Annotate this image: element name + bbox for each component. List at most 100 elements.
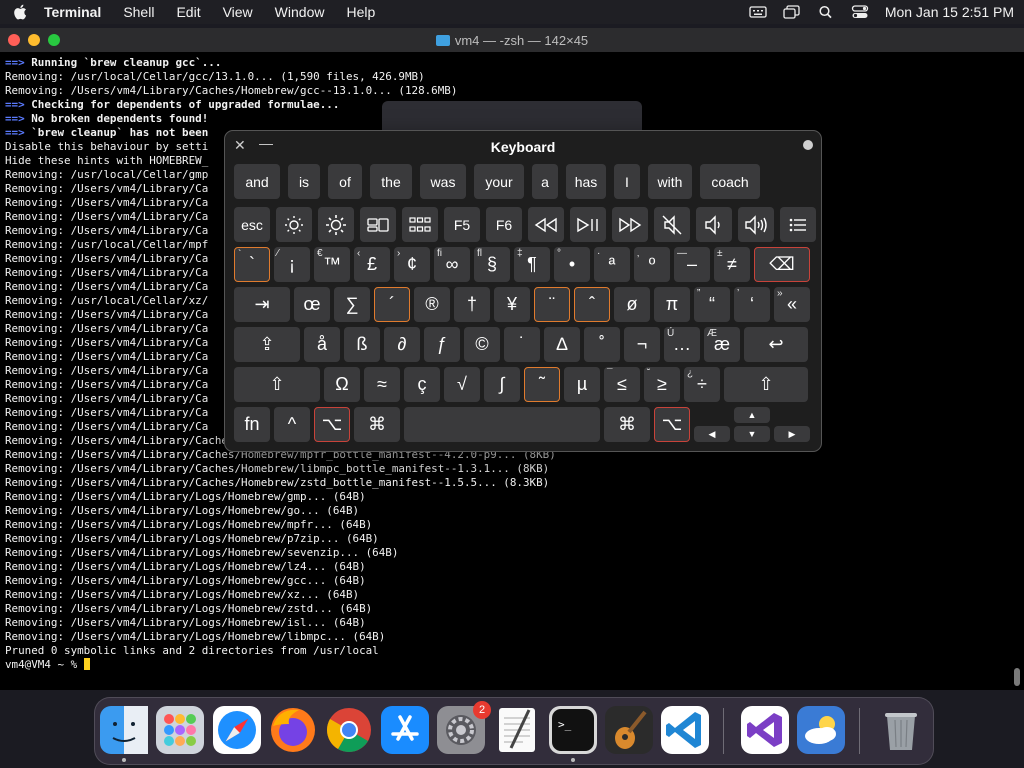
dock-trash-icon[interactable] bbox=[877, 706, 925, 754]
key-row2-7[interactable]: ˆ bbox=[574, 287, 610, 322]
suggestion-i[interactable]: I bbox=[614, 164, 640, 199]
caps-lock-key[interactable]: ⇪ bbox=[234, 327, 300, 362]
menubar-clock[interactable]: Mon Jan 15 2:51 PM bbox=[885, 4, 1014, 20]
suggestion-is[interactable]: is bbox=[288, 164, 320, 199]
suggestion-of[interactable]: of bbox=[328, 164, 362, 199]
dock-firefox-icon[interactable] bbox=[269, 706, 317, 754]
fn-key-volume-up[interactable] bbox=[738, 207, 774, 242]
arrow-up-key[interactable]: ▲ bbox=[734, 407, 770, 423]
key-row1-11[interactable]: — – bbox=[674, 247, 710, 282]
key-row2-1[interactable]: ∑ bbox=[334, 287, 370, 322]
key-row4-0[interactable]: Ω bbox=[324, 367, 360, 402]
key-row1-12[interactable]: ± ≠ bbox=[714, 247, 750, 282]
key-row3-1[interactable]: ß bbox=[344, 327, 380, 362]
terminal-scroll-thumb[interactable] bbox=[1014, 668, 1020, 686]
spotlight-search-icon[interactable] bbox=[817, 5, 835, 19]
key-row3-9[interactable]: Ú… bbox=[664, 327, 700, 362]
key-row2-4[interactable]: † bbox=[454, 287, 490, 322]
key-row1-8[interactable]: ° • bbox=[554, 247, 590, 282]
right-option-key[interactable]: ⌥ bbox=[654, 407, 690, 442]
key-row4-2[interactable]: ç bbox=[404, 367, 440, 402]
keyboard-viewer-icon[interactable] bbox=[749, 5, 767, 19]
key-row2-6[interactable]: ¨ bbox=[534, 287, 570, 322]
arrow-right-key[interactable]: ▶ bbox=[774, 426, 810, 442]
key-row4-7[interactable]: ¯ ≤ bbox=[604, 367, 640, 402]
key-row2-5[interactable]: ¥ bbox=[494, 287, 530, 322]
dock-garageband-icon[interactable] bbox=[605, 706, 653, 754]
key-row3-6[interactable]: ∆ bbox=[544, 327, 580, 362]
fn-key-f5[interactable]: F5 bbox=[444, 207, 480, 242]
key-row3-10[interactable]: Ææ bbox=[704, 327, 740, 362]
key-row4-8[interactable]: ˘ ≥ bbox=[644, 367, 680, 402]
menu-help[interactable]: Help bbox=[346, 4, 375, 20]
key-row1-10[interactable]: ‚ º bbox=[634, 247, 670, 282]
control-center-icon[interactable] bbox=[851, 5, 869, 19]
key-row4-6[interactable]: µ bbox=[564, 367, 600, 402]
dock-vscode-icon[interactable] bbox=[661, 706, 709, 754]
suggestion-with[interactable]: with bbox=[648, 164, 692, 199]
dock-app-store-icon[interactable] bbox=[381, 706, 429, 754]
dock-chrome-icon[interactable] bbox=[325, 706, 373, 754]
terminal-prompt-line[interactable]: vm4@VM4 ~ % bbox=[5, 658, 1005, 672]
fn-key-play-pause[interactable] bbox=[570, 207, 606, 242]
fn-key-volume-down[interactable] bbox=[696, 207, 732, 242]
screen-mirroring-icon[interactable] bbox=[783, 5, 801, 19]
key-row2-3[interactable]: ® bbox=[414, 287, 450, 322]
suggestion-your[interactable]: your bbox=[474, 164, 524, 199]
delete-key[interactable]: ⌫ bbox=[754, 247, 810, 282]
key-row2-9[interactable]: π bbox=[654, 287, 690, 322]
key-row4-3[interactable]: √ bbox=[444, 367, 480, 402]
key-row1-3[interactable]: ‹ £ bbox=[354, 247, 390, 282]
terminal-scrollbar[interactable] bbox=[1014, 58, 1021, 686]
apple-icon[interactable] bbox=[12, 3, 30, 21]
key-row1-0[interactable]: ` ` bbox=[234, 247, 270, 282]
right-shift-key[interactable]: ⇧ bbox=[724, 367, 808, 402]
fn-modifier-key[interactable]: fn bbox=[234, 407, 270, 442]
suggestion-a[interactable]: a bbox=[532, 164, 558, 199]
suggestion-coach[interactable]: coach bbox=[700, 164, 760, 199]
left-option-key[interactable]: ⌥ bbox=[314, 407, 350, 442]
key-row1-2[interactable]: € ™ bbox=[314, 247, 350, 282]
control-key[interactable]: ^ bbox=[274, 407, 310, 442]
fn-key-brightness-up[interactable] bbox=[318, 207, 354, 242]
key-row1-9[interactable]: · ª bbox=[594, 247, 630, 282]
fn-key-rewind[interactable] bbox=[528, 207, 564, 242]
fn-key-esc[interactable]: esc bbox=[234, 207, 270, 242]
left-shift-key[interactable]: ⇧ bbox=[234, 367, 320, 402]
menu-app-terminal[interactable]: Terminal bbox=[44, 4, 101, 20]
suggestion-was[interactable]: was bbox=[420, 164, 466, 199]
arrow-left-key[interactable]: ◀ bbox=[694, 426, 730, 442]
dock-terminal-icon[interactable]: >_ bbox=[549, 706, 597, 754]
dock-visual-studio-icon[interactable] bbox=[741, 706, 789, 754]
key-row3-7[interactable]: ˚ bbox=[584, 327, 620, 362]
key-row1-6[interactable]: ﬂ § bbox=[474, 247, 510, 282]
menu-view[interactable]: View bbox=[223, 4, 253, 20]
suggestion-the[interactable]: the bbox=[370, 164, 412, 199]
return-key[interactable]: ↩ bbox=[744, 327, 808, 362]
key-row2-0[interactable]: œ bbox=[294, 287, 330, 322]
left-command-key[interactable]: ⌘ bbox=[354, 407, 400, 442]
key-row1-5[interactable]: ﬁ ∞ bbox=[434, 247, 470, 282]
dock-finder-icon[interactable] bbox=[100, 706, 148, 754]
dock-weather-icon[interactable] bbox=[797, 706, 845, 754]
keyboard-options-icon[interactable] bbox=[803, 140, 813, 150]
menu-edit[interactable]: Edit bbox=[176, 4, 200, 20]
menu-window[interactable]: Window bbox=[275, 4, 325, 20]
key-row4-9[interactable]: ¿ ÷ bbox=[684, 367, 720, 402]
key-row2-10[interactable]: ” “ bbox=[694, 287, 730, 322]
fn-key-mute[interactable] bbox=[654, 207, 690, 242]
menu-shell[interactable]: Shell bbox=[123, 4, 154, 20]
fn-key-mission-control[interactable] bbox=[360, 207, 396, 242]
suggestion-and[interactable]: and bbox=[234, 164, 280, 199]
fn-key-f6[interactable]: F6 bbox=[486, 207, 522, 242]
key-row4-4[interactable]: ∫ bbox=[484, 367, 520, 402]
key-row3-8[interactable]: ¬ bbox=[624, 327, 660, 362]
right-command-key[interactable]: ⌘ bbox=[604, 407, 650, 442]
space-bar[interactable] bbox=[404, 407, 600, 442]
dock-system-settings-icon[interactable]: 2 bbox=[437, 701, 491, 754]
fn-key-launchpad[interactable] bbox=[402, 207, 438, 242]
key-row4-1[interactable]: ≈ bbox=[364, 367, 400, 402]
dock-textedit-icon[interactable] bbox=[493, 706, 541, 754]
arrow-down-key[interactable]: ▼ bbox=[734, 426, 770, 442]
key-row3-3[interactable]: ƒ bbox=[424, 327, 460, 362]
